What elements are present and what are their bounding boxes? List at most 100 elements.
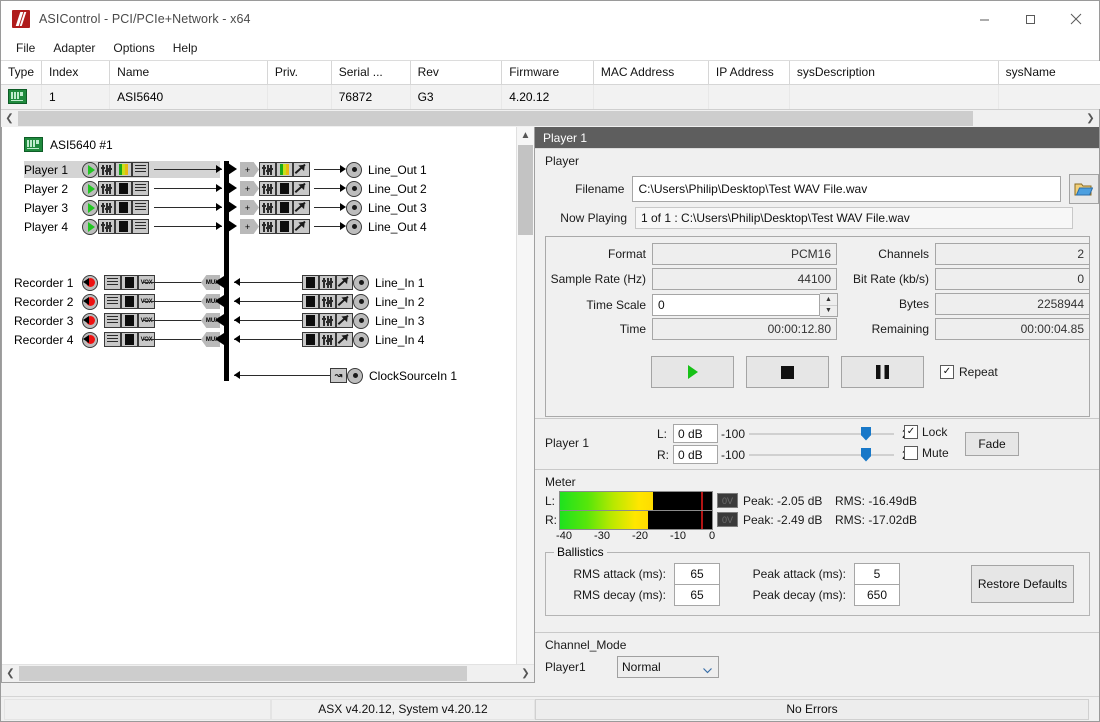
column-header-mac-address[interactable]: MAC Address: [593, 61, 709, 85]
pause-button[interactable]: [841, 356, 924, 388]
fader-icon[interactable]: [98, 219, 115, 234]
column-header-sysdescription[interactable]: sysDescription: [789, 61, 999, 85]
column-header-type[interactable]: Type: [1, 61, 42, 85]
menu-item-file[interactable]: File: [7, 39, 44, 57]
meter-icon[interactable]: [302, 332, 319, 347]
mixer-lines-icon[interactable]: [132, 200, 149, 215]
hscroll-track[interactable]: [19, 665, 517, 682]
connector-icon[interactable]: [353, 331, 369, 348]
connector-icon[interactable]: [353, 274, 369, 291]
column-header-index[interactable]: Index: [41, 61, 111, 85]
channel-mode-dropdown[interactable]: Normal: [617, 656, 719, 678]
restore-defaults-button[interactable]: Restore Defaults: [971, 565, 1074, 603]
menu-item-help[interactable]: Help: [164, 39, 207, 57]
chevron-right-icon[interactable]: ❯: [1082, 110, 1099, 127]
routing-player-2[interactable]: Player 2: [24, 180, 149, 197]
routing-line-out-3-endpoint[interactable]: Line_Out 3: [346, 199, 427, 216]
play-icon[interactable]: [82, 161, 98, 178]
routing-vertical-scrollbar[interactable]: ▲: [516, 127, 534, 664]
mixer-lines-icon[interactable]: [104, 294, 121, 309]
routing-line-out-4[interactable]: +: [240, 218, 310, 235]
hscroll-thumb[interactable]: [18, 111, 973, 126]
mixer-lines-icon[interactable]: [104, 275, 121, 290]
routing-line-out-3[interactable]: +: [240, 199, 310, 216]
table-row[interactable]: 1 ASI5640 76872 G3 4.20.12: [1, 84, 1100, 109]
chevron-left-icon[interactable]: ❮: [2, 665, 19, 682]
meter-icon[interactable]: [115, 181, 132, 196]
mixer-plus-icon[interactable]: +: [240, 162, 259, 177]
fader-icon[interactable]: [98, 181, 115, 196]
routing-player-4[interactable]: Player 4: [24, 218, 149, 235]
connector-icon[interactable]: [346, 161, 362, 178]
close-icon[interactable]: [1053, 1, 1099, 37]
vscroll-thumb[interactable]: [518, 145, 533, 235]
connector-icon[interactable]: [353, 293, 369, 310]
connector-icon[interactable]: [346, 218, 362, 235]
peak-decay-input[interactable]: [854, 584, 900, 606]
fader-icon[interactable]: [319, 275, 336, 290]
column-header-priv[interactable]: Priv.: [267, 61, 332, 85]
meter-icon[interactable]: [276, 162, 293, 177]
fader-icon[interactable]: [319, 313, 336, 328]
column-header-firmware[interactable]: Firmware: [501, 61, 594, 85]
maximize-icon[interactable]: [1007, 1, 1053, 37]
volume-l-input[interactable]: [673, 424, 718, 443]
table-horizontal-scrollbar[interactable]: ❮ ❯: [1, 109, 1099, 127]
connector-icon[interactable]: [347, 367, 363, 384]
minimize-icon[interactable]: [961, 1, 1007, 37]
levels-icon[interactable]: [336, 313, 353, 328]
stepper-down-icon[interactable]: ▼: [820, 306, 837, 317]
mixer-lines-icon[interactable]: [132, 181, 149, 196]
routing-line-in-2[interactable]: Line_In 2: [302, 293, 424, 310]
routing-line-out-1-endpoint[interactable]: Line_Out 1: [346, 161, 427, 178]
volume-r-slider[interactable]: [749, 447, 894, 462]
rms-attack-input[interactable]: [674, 563, 720, 585]
fader-icon[interactable]: [259, 181, 276, 196]
stop-button[interactable]: [746, 356, 829, 388]
channel-mode-select[interactable]: Normal: [617, 656, 719, 678]
meter-icon[interactable]: [302, 313, 319, 328]
meter-icon[interactable]: [121, 275, 138, 290]
meter-icon[interactable]: [302, 294, 319, 309]
folder-open-icon[interactable]: [1068, 174, 1099, 204]
levels-icon[interactable]: [336, 275, 353, 290]
column-header-rev[interactable]: Rev: [410, 61, 503, 85]
levels-icon[interactable]: [293, 181, 310, 196]
lock-checkbox[interactable]: ✓: [904, 425, 918, 439]
fader-icon[interactable]: [259, 200, 276, 215]
mixer-lines-icon[interactable]: [104, 313, 121, 328]
slider-thumb[interactable]: [861, 426, 871, 441]
mixer-plus-icon[interactable]: +: [240, 181, 259, 196]
meter-icon[interactable]: [302, 275, 319, 290]
connector-icon[interactable]: [353, 312, 369, 329]
meter-r-overload-indicator[interactable]: 0V: [717, 512, 738, 527]
column-header-serial[interactable]: Serial ...: [331, 61, 411, 85]
stepper-up-icon[interactable]: ▲: [820, 294, 837, 306]
meter-icon[interactable]: [276, 200, 293, 215]
meter-icon[interactable]: [115, 200, 132, 215]
rms-decay-input[interactable]: [674, 584, 720, 606]
chevron-left-icon[interactable]: ❮: [1, 110, 18, 127]
time-scale-input[interactable]: [652, 294, 820, 316]
fader-icon[interactable]: [319, 332, 336, 347]
meter-l-overload-indicator[interactable]: 0V: [717, 493, 738, 508]
peak-attack-input[interactable]: [854, 563, 900, 585]
fader-icon[interactable]: [259, 219, 276, 234]
menu-item-options[interactable]: Options: [104, 39, 163, 57]
levels-icon[interactable]: [293, 162, 310, 177]
clock-source-icon[interactable]: ↝: [330, 368, 347, 383]
fader-icon[interactable]: [319, 294, 336, 309]
mixer-lines-icon[interactable]: [104, 332, 121, 347]
routing-line-in-4[interactable]: Line_In 4: [302, 331, 424, 348]
time-scale-stepper[interactable]: ▲ ▼: [820, 293, 838, 317]
mixer-plus-icon[interactable]: +: [240, 219, 259, 234]
mute-checkbox[interactable]: [904, 446, 918, 460]
routing-line-in-1[interactable]: Line_In 1: [302, 274, 424, 291]
column-header-sysname[interactable]: sysName: [998, 61, 1100, 85]
slider-thumb[interactable]: [861, 447, 871, 462]
play-icon[interactable]: [82, 199, 98, 216]
chevron-up-icon[interactable]: ▲: [517, 127, 534, 144]
play-icon[interactable]: [82, 218, 98, 235]
levels-icon[interactable]: [293, 200, 310, 215]
meter-icon[interactable]: [276, 181, 293, 196]
